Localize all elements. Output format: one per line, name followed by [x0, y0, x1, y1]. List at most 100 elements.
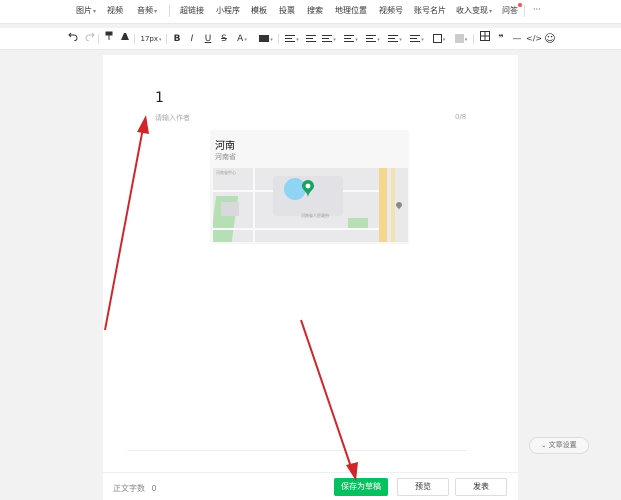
editor-paper: 1 请输入作者 0/8 河南 河南省 河南省中心 河南省人民政府: [103, 55, 518, 500]
insert-menu-bar: 图片▾ 视频 音频▾ 超链接 小程序 模板 投票 搜索 地理位置 视频号 账号名…: [0, 0, 621, 24]
toolbar-divider: [166, 34, 167, 44]
highlight-icon: [259, 35, 270, 42]
menu-image-label: 图片: [76, 6, 92, 15]
indent-button[interactable]: [304, 31, 318, 47]
chevron-down-icon: ▾: [464, 37, 468, 43]
chevron-down-icon: ▾: [377, 37, 380, 43]
chevron-down-icon: ▾: [355, 37, 358, 43]
bold-button[interactable]: B: [171, 31, 183, 47]
ordered-list-menu[interactable]: ▾: [408, 31, 426, 47]
redo-icon[interactable]: [83, 31, 97, 47]
menu-audio-label: 音频: [137, 6, 153, 15]
menu-vote[interactable]: 投票: [279, 5, 295, 16]
list-menu[interactable]: ▾: [386, 31, 404, 47]
clear-format-icon[interactable]: [118, 31, 132, 47]
chevron-down-icon: ▾: [421, 37, 424, 43]
location-name: 河南: [215, 141, 235, 152]
map-block: [221, 202, 239, 216]
line-spacing-menu[interactable]: ▾: [320, 31, 338, 47]
map-label: 河南省人民政府: [301, 213, 329, 218]
bottom-action-bar: 正文字数 0 保存为草稿 预览 发表: [103, 472, 518, 500]
article-settings-button[interactable]: ⌄ 文章设置: [529, 437, 589, 454]
emoji-icon[interactable]: ☺: [543, 31, 557, 47]
code-icon[interactable]: </>: [526, 31, 542, 47]
letter-spacing-menu[interactable]: ▾: [364, 31, 382, 47]
location-map: 河南省中心 河南省人民政府: [213, 168, 408, 242]
poi-marker-icon: [396, 202, 402, 210]
location-card[interactable]: 河南 河南省 河南省中心 河南省人民政府: [210, 130, 409, 244]
menu-account-card[interactable]: 账号名片: [414, 5, 446, 16]
paragraph-spacing-menu[interactable]: ▾: [342, 31, 360, 47]
menu-divider: [524, 5, 525, 17]
map-road: [253, 168, 255, 242]
horizontal-rule-icon[interactable]: —: [510, 31, 524, 47]
underline-button[interactable]: U: [202, 31, 214, 47]
format-painter-icon[interactable]: [102, 31, 116, 47]
strikethrough-button[interactable]: S: [218, 31, 230, 47]
chevron-down-icon: ▾: [399, 37, 402, 43]
toolbar-divider: [134, 34, 135, 44]
paragraph-spacing-icon: [344, 34, 355, 43]
toolbar-divider: [278, 34, 279, 44]
menu-channels[interactable]: 视频号: [379, 5, 403, 16]
format-toolbar: 17px▾ B I U S A▾ ▾ ▾ ▾ ▾ ▾ ▾ ▾ ▾ ▾ ❞ — <…: [0, 28, 621, 50]
location-subtitle: 河南省: [215, 153, 236, 161]
quote-icon[interactable]: ❞: [494, 31, 508, 47]
menu-monetize-label: 收入变现: [456, 6, 488, 15]
menu-search[interactable]: 搜索: [307, 5, 323, 16]
menu-qa[interactable]: 问答: [502, 5, 518, 16]
chevron-down-icon: ▾: [158, 37, 162, 43]
font-color-button[interactable]: A▾: [234, 31, 250, 47]
table-icon[interactable]: [478, 31, 492, 47]
border-icon: [432, 34, 442, 43]
map-label: 河南省中心: [216, 170, 236, 175]
ordered-list-icon: [410, 34, 421, 43]
border-menu[interactable]: ▾: [430, 31, 448, 47]
menu-divider: [169, 5, 170, 17]
author-input[interactable]: 请输入作者: [155, 113, 190, 123]
chevron-down-icon: ▾: [244, 37, 247, 43]
content-divider: [127, 450, 467, 451]
preview-button[interactable]: 预览: [397, 478, 449, 496]
chevron-down-icon: ▾: [154, 8, 158, 15]
style-icon: [454, 34, 464, 43]
italic-button[interactable]: I: [186, 31, 198, 47]
indent-icon: [306, 34, 316, 43]
list-icon: [388, 34, 399, 43]
chevron-down-icon: ▾: [333, 37, 336, 43]
menu-monetize[interactable]: 收入变现▾: [456, 5, 492, 16]
menu-video[interactable]: 视频: [107, 5, 123, 16]
toolbar-divider: [473, 34, 474, 44]
chevron-down-icon: ▾: [296, 37, 299, 43]
menu-template[interactable]: 模板: [251, 5, 267, 16]
article-settings-label: 文章设置: [548, 441, 577, 449]
font-color-label: A: [237, 34, 244, 44]
menu-location[interactable]: 地理位置: [335, 5, 367, 16]
font-size-select[interactable]: 17px▾: [139, 31, 163, 47]
menu-hyperlink[interactable]: 超链接: [180, 5, 204, 16]
align-left-icon: [285, 34, 296, 43]
highlight-button[interactable]: ▾: [257, 31, 275, 47]
word-count: 正文字数 0: [113, 483, 157, 494]
chevron-down-icon: ▾: [93, 8, 97, 15]
chevron-double-down-icon: ⌄: [541, 442, 547, 449]
map-road: [379, 168, 387, 242]
style-menu[interactable]: ▾: [452, 31, 470, 47]
word-count-value: 0: [151, 484, 157, 493]
toolbar-divider: [98, 34, 99, 44]
chevron-down-icon: ▾: [270, 37, 273, 43]
publish-button[interactable]: 发表: [455, 478, 507, 496]
map-road: [213, 228, 379, 230]
undo-icon[interactable]: [66, 31, 80, 47]
letter-spacing-icon: [366, 34, 377, 43]
notice-dot: [518, 3, 522, 7]
article-title-input[interactable]: 1: [155, 90, 164, 106]
save-draft-button[interactable]: 保存为草稿: [334, 478, 388, 496]
align-menu[interactable]: ▾: [283, 31, 301, 47]
menu-more[interactable]: ···: [533, 5, 541, 14]
menu-mini-program[interactable]: 小程序: [216, 5, 240, 16]
author-char-counter: 0/8: [455, 113, 467, 121]
menu-audio[interactable]: 音频▾: [137, 5, 157, 16]
menu-image[interactable]: 图片▾: [76, 5, 96, 16]
chevron-down-icon: ▾: [442, 37, 446, 43]
